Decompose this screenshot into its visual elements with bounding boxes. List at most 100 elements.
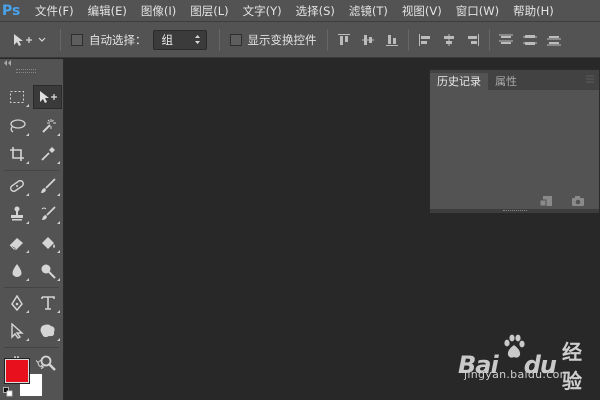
align-hcenter-icon — [443, 33, 454, 46]
baidu-watermark: Bai du 经验 jingyan.baidu.com — [458, 328, 598, 393]
distribute-vcenter-button[interactable] — [521, 31, 539, 49]
distribute-top-button[interactable] — [497, 31, 515, 49]
align-vcenter-button[interactable] — [359, 31, 377, 49]
pen-tool[interactable] — [2, 291, 31, 315]
tool-row — [0, 172, 63, 201]
history-brush-tool[interactable] — [33, 202, 62, 226]
align-left-button[interactable] — [416, 31, 434, 49]
clone-stamp-tool[interactable] — [2, 202, 31, 226]
align-top-button[interactable] — [335, 31, 353, 49]
eyedropper-icon — [40, 147, 55, 161]
tab-history[interactable]: 历史记录 — [430, 73, 488, 90]
panel-footer — [430, 193, 599, 209]
eyedropper-tool[interactable] — [33, 142, 62, 166]
magic-wand-tool[interactable] — [33, 114, 62, 138]
tool-grid — [0, 83, 63, 377]
align-right-button[interactable] — [464, 31, 482, 49]
pen-icon — [10, 294, 23, 311]
toolbox-grip[interactable] — [16, 69, 36, 73]
lasso-tool[interactable] — [2, 114, 31, 138]
distribute-bottom-button[interactable] — [545, 31, 563, 49]
submenu-indicator — [26, 278, 29, 282]
menu-file[interactable]: 文件(F) — [28, 0, 81, 22]
crop-icon — [9, 147, 24, 162]
brush-icon — [40, 178, 56, 193]
submenu-indicator — [57, 338, 60, 342]
default-colors-icon[interactable] — [3, 387, 13, 397]
submenu-indicator — [26, 338, 29, 342]
distribute-top-icon — [498, 34, 513, 44]
menu-window[interactable]: 窗口(W) — [449, 0, 506, 22]
submenu-indicator — [57, 249, 60, 253]
auto-select-checkbox[interactable] — [71, 33, 83, 46]
show-transform-checkbox[interactable] — [229, 33, 242, 46]
healing-brush-tool[interactable] — [2, 174, 31, 198]
align-top-icon — [337, 33, 350, 45]
eraser-tool[interactable] — [2, 231, 31, 255]
align-bottom-button[interactable] — [383, 31, 401, 49]
menu-layer[interactable]: 图层(L) — [183, 0, 235, 22]
submenu-indicator — [57, 309, 60, 313]
toolbar-separator — [218, 28, 220, 51]
menu-help[interactable]: 帮助(H) — [506, 0, 561, 22]
panel-resize-grip[interactable] — [430, 209, 599, 213]
show-transform-group: 显示变换控件 — [224, 32, 323, 48]
chevron-down-icon — [38, 37, 46, 42]
color-picker-area — [0, 355, 63, 400]
tab-properties[interactable]: 属性 — [488, 73, 524, 90]
double-chevron-icon — [4, 60, 11, 66]
menu-type[interactable]: 文字(Y) — [236, 0, 289, 22]
submenu-indicator — [26, 309, 29, 313]
submenu-indicator — [26, 221, 29, 225]
submenu-indicator — [57, 161, 60, 165]
toolbar-separator — [407, 28, 409, 51]
tool-separator — [4, 346, 59, 348]
toolbox-collapse[interactable] — [0, 59, 63, 67]
move-tool[interactable] — [33, 85, 62, 110]
lasso-icon — [9, 119, 26, 133]
align-hcenter-button[interactable] — [440, 31, 458, 49]
swap-colors-icon[interactable] — [36, 359, 46, 369]
tool-row — [0, 257, 63, 286]
new-document-from-state-icon[interactable] — [539, 195, 553, 207]
panel-menu-icon[interactable] — [585, 75, 595, 83]
dodge-tool[interactable] — [33, 259, 62, 283]
type-tool[interactable] — [33, 291, 62, 315]
menu-edit[interactable]: 编辑(E) — [81, 0, 134, 22]
menu-image[interactable]: 图像(I) — [134, 0, 183, 22]
custom-shape-icon — [40, 324, 55, 338]
menu-filter[interactable]: 滤镜(T) — [342, 0, 395, 22]
path-select-tool[interactable] — [2, 319, 31, 343]
options-bar: 自动选择： 组 显示变换控件 — [0, 22, 600, 58]
watermark-brand-cn: 经验 — [561, 340, 582, 393]
menu-select[interactable]: 选择(S) — [289, 0, 342, 22]
move-icon — [39, 91, 57, 104]
history-brush-icon — [41, 206, 56, 221]
brush-tool[interactable] — [33, 174, 62, 198]
tool-preset-picker[interactable] — [0, 22, 56, 58]
tool-row — [0, 112, 63, 141]
submenu-indicator — [26, 132, 29, 136]
submenu-indicator — [26, 104, 29, 108]
history-list[interactable] — [430, 90, 599, 193]
menu-view[interactable]: 视图(V) — [395, 0, 449, 22]
baidu-paw-icon — [504, 334, 525, 358]
blur-tool[interactable] — [2, 259, 31, 283]
crop-tool[interactable] — [2, 142, 31, 166]
dodge-icon — [41, 264, 56, 279]
submenu-indicator — [57, 132, 60, 136]
align-right-icon — [467, 33, 479, 46]
rect-marquee-tool[interactable] — [2, 85, 31, 109]
paint-bucket-tool[interactable] — [33, 231, 62, 255]
watermark-logo: Bai du 经验 — [458, 336, 598, 394]
align-left-icon — [418, 33, 430, 46]
foreground-color-swatch[interactable] — [4, 358, 30, 384]
camera-icon[interactable] — [571, 195, 585, 207]
distribute-vcenter-icon — [522, 34, 537, 45]
grip-dots — [502, 210, 527, 212]
auto-select-dropdown[interactable]: 组 — [152, 29, 207, 50]
auto-select-value: 组 — [161, 32, 174, 47]
custom-shape-tool[interactable] — [33, 319, 62, 343]
eraser-icon — [9, 237, 23, 250]
toolbox — [0, 59, 64, 400]
